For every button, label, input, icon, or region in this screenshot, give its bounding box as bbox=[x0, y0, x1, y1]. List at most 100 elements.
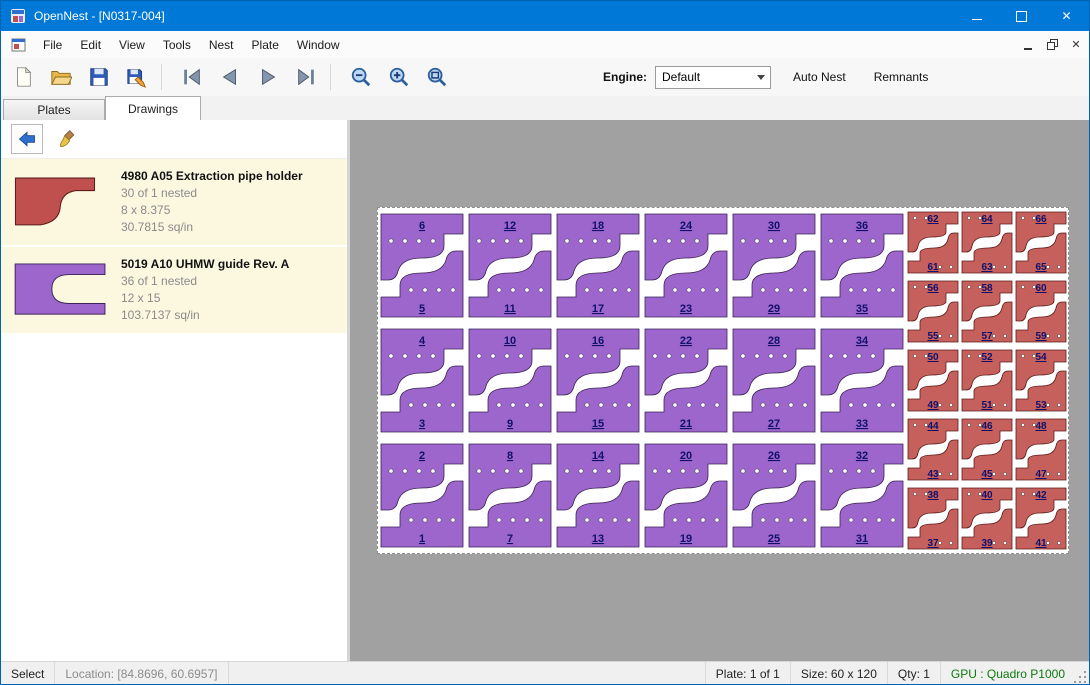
menu-item-file[interactable]: File bbox=[34, 33, 71, 57]
part-list-item-2[interactable]: 5019 A10 UHMW guide Rev. A 36 of 1 neste… bbox=[1, 247, 347, 333]
nested-part-pair[interactable]: 65 bbox=[381, 214, 463, 317]
zoom-fit-button[interactable] bbox=[421, 61, 453, 93]
nested-part-pair[interactable]: 2423 bbox=[645, 214, 727, 317]
nested-part-pair[interactable]: 1615 bbox=[557, 329, 639, 432]
nested-part-pair[interactable]: 6261 bbox=[908, 212, 958, 273]
tab-plates[interactable]: Plates bbox=[3, 99, 105, 120]
nested-part-pair[interactable]: 3635 bbox=[821, 214, 903, 317]
menu-item-view[interactable]: View bbox=[110, 33, 154, 57]
svg-text:41: 41 bbox=[1035, 538, 1047, 549]
menu-item-plate[interactable]: Plate bbox=[243, 33, 288, 57]
svg-text:12: 12 bbox=[504, 220, 516, 232]
statusbar-spacer bbox=[229, 662, 705, 685]
nested-part-pair[interactable]: 1817 bbox=[557, 214, 639, 317]
nested-part-pair[interactable]: 21 bbox=[381, 444, 463, 547]
nested-part-pair[interactable]: 3837 bbox=[908, 488, 958, 549]
tab-drawings[interactable]: Drawings bbox=[105, 96, 201, 120]
svg-text:25: 25 bbox=[768, 533, 780, 545]
svg-text:14: 14 bbox=[592, 450, 605, 462]
maximize-button[interactable] bbox=[999, 1, 1044, 31]
nav-prev-button[interactable] bbox=[214, 61, 246, 93]
open-button[interactable] bbox=[45, 61, 77, 93]
nested-part-pair[interactable]: 5251 bbox=[962, 350, 1012, 411]
nested-part-pair[interactable]: 3029 bbox=[733, 214, 815, 317]
part-list-item-1[interactable]: 4980 A05 Extraction pipe holder 30 of 1 … bbox=[1, 159, 347, 245]
zoom-in-button[interactable] bbox=[383, 61, 415, 93]
svg-text:52: 52 bbox=[981, 352, 993, 363]
menu-item-nest[interactable]: Nest bbox=[200, 33, 243, 57]
blue-arrow-icon bbox=[17, 129, 37, 149]
minimize-button[interactable] bbox=[954, 1, 999, 31]
svg-text:55: 55 bbox=[927, 331, 939, 342]
nested-part-pair[interactable]: 6665 bbox=[1016, 212, 1066, 273]
nested-part-pair[interactable]: 4847 bbox=[1016, 419, 1066, 480]
child-minimize-button[interactable] bbox=[1017, 35, 1039, 55]
zoom-out-icon bbox=[350, 66, 372, 88]
nav-next-button[interactable] bbox=[252, 61, 284, 93]
nested-part-pair[interactable]: 5655 bbox=[908, 281, 958, 342]
svg-text:9: 9 bbox=[507, 418, 513, 430]
nested-part-pair[interactable]: 1413 bbox=[557, 444, 639, 547]
nested-part-pair[interactable]: 2625 bbox=[733, 444, 815, 547]
svg-text:64: 64 bbox=[981, 214, 993, 225]
nested-part-pair[interactable]: 3433 bbox=[821, 329, 903, 432]
svg-text:58: 58 bbox=[981, 283, 993, 294]
save-button[interactable] bbox=[83, 61, 115, 93]
nested-part-pair[interactable]: 87 bbox=[469, 444, 551, 547]
nav-next-icon bbox=[257, 66, 279, 88]
nested-part-pair[interactable]: 2221 bbox=[645, 329, 727, 432]
svg-text:59: 59 bbox=[1035, 331, 1047, 342]
child-restore-button[interactable] bbox=[1041, 35, 1063, 55]
app-icon bbox=[10, 8, 26, 24]
nested-part-pair[interactable]: 2019 bbox=[645, 444, 727, 547]
svg-text:28: 28 bbox=[768, 335, 780, 347]
toolbar-separator bbox=[330, 64, 331, 90]
nested-part-pair[interactable]: 1211 bbox=[469, 214, 551, 317]
svg-text:33: 33 bbox=[856, 418, 868, 430]
maximize-icon bbox=[1016, 11, 1027, 22]
engine-select[interactable]: Default bbox=[655, 66, 771, 89]
child-close-button[interactable]: ✕ bbox=[1065, 35, 1087, 55]
nav-first-button[interactable] bbox=[176, 61, 208, 93]
clean-drawings-button[interactable] bbox=[53, 125, 83, 153]
nested-part-pair[interactable]: 4443 bbox=[908, 419, 958, 480]
nested-part-pair[interactable]: 6059 bbox=[1016, 281, 1066, 342]
mode-status: Select bbox=[1, 662, 55, 685]
nested-part-pair[interactable]: 4039 bbox=[962, 488, 1012, 549]
nav-last-button[interactable] bbox=[290, 61, 322, 93]
svg-text:23: 23 bbox=[680, 303, 692, 315]
part-area: 30.7815 sq/in bbox=[121, 219, 303, 236]
resize-grip[interactable] bbox=[1075, 662, 1089, 685]
auto-nest-button[interactable]: Auto Nest bbox=[787, 66, 852, 88]
nested-part-pair[interactable]: 4241 bbox=[1016, 488, 1066, 549]
drawings-toolbar bbox=[1, 120, 347, 159]
remnants-button[interactable]: Remnants bbox=[868, 66, 935, 88]
nested-part-pair[interactable]: 2827 bbox=[733, 329, 815, 432]
nested-part-pair[interactable]: 6463 bbox=[962, 212, 1012, 273]
nest-canvas[interactable]: 6512111817242330293635431091615222128273… bbox=[350, 120, 1090, 661]
nested-part-pair[interactable]: 43 bbox=[381, 329, 463, 432]
child-minimize-icon bbox=[1024, 47, 1032, 50]
svg-text:66: 66 bbox=[1035, 214, 1047, 225]
close-button[interactable]: ✕ bbox=[1044, 1, 1089, 31]
import-drawing-button[interactable] bbox=[11, 124, 43, 154]
nested-part-pair[interactable]: 5049 bbox=[908, 350, 958, 411]
svg-text:22: 22 bbox=[680, 335, 692, 347]
plate[interactable]: 6512111817242330293635431091615222128273… bbox=[377, 207, 1069, 554]
nested-part-pair[interactable]: 5453 bbox=[1016, 350, 1066, 411]
nested-part-pair[interactable]: 5857 bbox=[962, 281, 1012, 342]
menu-item-edit[interactable]: Edit bbox=[71, 33, 110, 57]
nested-part-pair[interactable]: 4645 bbox=[962, 419, 1012, 480]
menu-item-window[interactable]: Window bbox=[288, 33, 349, 57]
save-as-button[interactable] bbox=[121, 61, 153, 93]
nested-part-pair[interactable]: 109 bbox=[469, 329, 551, 432]
zoom-out-button[interactable] bbox=[345, 61, 377, 93]
nested-part-pair[interactable]: 3231 bbox=[821, 444, 903, 547]
nav-prev-icon bbox=[219, 66, 241, 88]
svg-text:29: 29 bbox=[768, 303, 780, 315]
svg-text:53: 53 bbox=[1035, 400, 1047, 411]
broom-icon bbox=[58, 129, 78, 149]
new-button[interactable] bbox=[7, 61, 39, 93]
menu-item-tools[interactable]: Tools bbox=[154, 33, 200, 57]
svg-text:15: 15 bbox=[592, 418, 604, 430]
